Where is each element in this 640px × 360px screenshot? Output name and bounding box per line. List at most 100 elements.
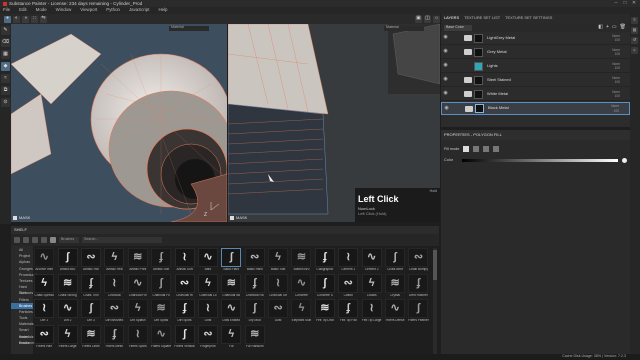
brush-tile[interactable]: ≋ Bobbin Bru: [290, 248, 312, 274]
shelf-grid-view-icon[interactable]: [32, 237, 38, 243]
viewport-3d-channel-dropdown[interactable]: Material: [169, 25, 209, 31]
brush-tile[interactable]: ≋ Charcoal No: [220, 273, 242, 300]
visibility-eye-icon[interactable]: ◉: [441, 49, 450, 55]
menu-mode[interactable]: Mode: [36, 7, 47, 13]
projection-icon[interactable]: ▦: [1, 50, 10, 59]
brush-tile[interactable]: ∾ Chalk Bumpy: [407, 248, 429, 274]
shelf-category-item[interactable]: Environments: [11, 340, 41, 346]
brush-tile[interactable]: ∿ Bark: [197, 248, 219, 274]
menu-javascript[interactable]: JavaScript: [129, 7, 150, 13]
brush-tile[interactable]: ʃ Dry Mud: [244, 299, 266, 325]
brush-tile[interactable]: ϟ Dirt Splash: [127, 299, 149, 325]
paint-brush-icon[interactable]: ✎: [1, 26, 10, 35]
brush-tile[interactable]: ≋ Crystal: [384, 273, 406, 300]
add-layer-icon[interactable]: +: [606, 24, 609, 31]
menu-viewport[interactable]: Viewport: [80, 7, 97, 13]
spacing-icon[interactable]: ∷: [31, 15, 38, 23]
brush-tile[interactable]: ≋ Artistic Print: [127, 248, 149, 274]
shelf-filter-icon[interactable]: [50, 237, 56, 243]
maximize-button[interactable]: □: [621, 0, 629, 7]
menu-edit[interactable]: Edit: [19, 7, 27, 13]
layers-dock-icon[interactable]: ≡: [631, 17, 638, 24]
fill-quad-icon[interactable]: [473, 146, 480, 152]
brush-tile[interactable]: ∿ Cement 2: [360, 248, 382, 274]
brush-tile[interactable]: ʄ Chalk Thin: [80, 273, 102, 300]
brush-tile[interactable]: ʃ Fibers Feather: [407, 299, 429, 325]
brush-tile[interactable]: ∿ Archive Inlet: [33, 248, 55, 274]
fill-uv-icon[interactable]: [493, 146, 500, 152]
brush-tile[interactable]: ≀ Dirt 1: [33, 299, 55, 325]
scrollbar-thumb[interactable]: [433, 250, 437, 280]
brush-tile[interactable]: ∾ Basic Hard: [244, 248, 266, 274]
brush-tile[interactable]: ∾ Dust: [267, 299, 289, 325]
viewport-2d-channel-dropdown[interactable]: Material: [384, 25, 424, 31]
shelf-search-input[interactable]: Search...: [82, 237, 162, 243]
picker-icon[interactable]: ⊙: [1, 98, 10, 107]
brush-tile[interactable]: ʄ Dent Hatcher: [407, 273, 429, 300]
brush-tile[interactable]: ϟ Fur: [220, 324, 242, 351]
brush-tile[interactable]: ∿ Fibers Dense: [384, 299, 406, 325]
delete-layer-icon[interactable]: 🗑: [620, 24, 626, 31]
viewport-3d[interactable]: Z Material MASK: [11, 24, 227, 222]
brush-tile[interactable]: ≀ Artistic Soft: [173, 248, 195, 274]
visibility-eye-icon[interactable]: ◉: [441, 35, 450, 41]
menu-help[interactable]: Help: [158, 7, 167, 13]
brush-tile[interactable]: ∾ Dirt Brushed: [103, 299, 125, 325]
display-settings-icon[interactable]: ☼: [433, 15, 440, 23]
shelf-new-icon[interactable]: [23, 237, 29, 243]
shelf-dock-icon[interactable]: ▤: [631, 27, 638, 34]
smudge-icon[interactable]: ≈: [1, 74, 10, 83]
brush-tile[interactable]: ʃ Concrete S: [314, 273, 336, 300]
menu-file[interactable]: File: [3, 7, 10, 13]
tab-texture-set-list[interactable]: TEXTURE SET LIST: [464, 16, 500, 21]
shelf-scrollbar[interactable]: [433, 248, 437, 354]
stroke-opacity-icon[interactable]: ◑: [22, 15, 29, 23]
layer-row[interactable]: ◉ LightGrey Metal Norm 100: [441, 32, 630, 45]
fill-polygon-icon[interactable]: [483, 146, 490, 152]
tab-texture-set-settings[interactable]: TEXTURE SET SETTINGS: [505, 16, 552, 21]
brush-tile[interactable]: ∿ Dots Erased: [220, 299, 242, 325]
brush-tile[interactable]: ʄ Calligraphic: [314, 248, 336, 274]
layer-row[interactable]: ◉ Steel Stained Norm 100: [441, 74, 630, 87]
visibility-eye-icon[interactable]: ◉: [441, 63, 450, 69]
brush-tile[interactable]: ≋ Fur Random: [244, 324, 266, 351]
polygon-fill-icon[interactable]: ◆: [1, 62, 10, 71]
brush-tile[interactable]: ∿ Fibers Square: [150, 324, 172, 351]
brush-tile[interactable]: ʄ Artistic Soft: [150, 248, 172, 274]
brush-tile[interactable]: ϟ Basic Soft: [267, 248, 289, 274]
brush-tile[interactable]: ʃ Charcoal Fo: [150, 273, 172, 300]
brush-tile[interactable]: ≋ Fibers Lines: [80, 324, 102, 351]
eraser-icon[interactable]: ⌫: [1, 38, 10, 47]
color-slider-handle[interactable]: [622, 158, 627, 163]
brush-tile[interactable]: ʃ Dirt 3: [80, 299, 102, 325]
brush-tile[interactable]: ʃ Artistic Bru: [56, 248, 78, 274]
layer-row-selected[interactable]: ◉ Black Metal Norm 100: [441, 102, 630, 115]
brush-tile[interactable]: ʃ Basic Hard: [220, 248, 242, 274]
brush-tile[interactable]: ϟ Cracks: [360, 273, 382, 300]
shelf-filter-tag[interactable]: Brushes: [59, 237, 79, 243]
brush-tile[interactable]: ≀ Dots: [197, 299, 219, 325]
layer-row[interactable]: ◉ Lights Norm 100: [441, 60, 630, 73]
brush-tile[interactable]: ∾ Fingerprint: [197, 324, 219, 351]
brush-tile[interactable]: ϟ Elephant Skin: [290, 299, 312, 325]
visibility-eye-icon[interactable]: ◉: [441, 77, 450, 83]
brush-tile[interactable]: ∾ Charcoal Hi: [173, 273, 195, 300]
close-button[interactable]: ✕: [630, 0, 638, 7]
brush-tile[interactable]: ϟ Fibers Large: [56, 324, 78, 351]
brush-size-icon[interactable]: ●: [4, 15, 11, 23]
visibility-eye-icon[interactable]: ◉: [442, 105, 451, 112]
history-dock-icon[interactable]: ↺: [631, 37, 638, 44]
shelf-folder-icon[interactable]: [14, 237, 20, 243]
minimize-button[interactable]: –: [612, 0, 620, 7]
layer-row[interactable]: ◉ White Metal Norm 100: [441, 88, 630, 101]
color-slider[interactable]: [462, 159, 618, 162]
brush-tile[interactable]: ∾ Artistic Har: [80, 248, 102, 274]
tab-layers[interactable]: LAYERS: [444, 16, 459, 21]
brush-tile[interactable]: ϟ Artistic Hea: [103, 248, 125, 274]
camera-icon[interactable]: ▣: [415, 15, 422, 23]
brush-tile[interactable]: ≀ Charcoal: [103, 273, 125, 300]
brush-tile[interactable]: ʄ Charcoal Ra: [244, 273, 266, 300]
brush-tile[interactable]: ʄ Fibers Mesh: [103, 324, 125, 351]
brush-tile[interactable]: ≀ Cement 1: [337, 248, 359, 274]
fill-triangle-icon[interactable]: [463, 146, 470, 152]
